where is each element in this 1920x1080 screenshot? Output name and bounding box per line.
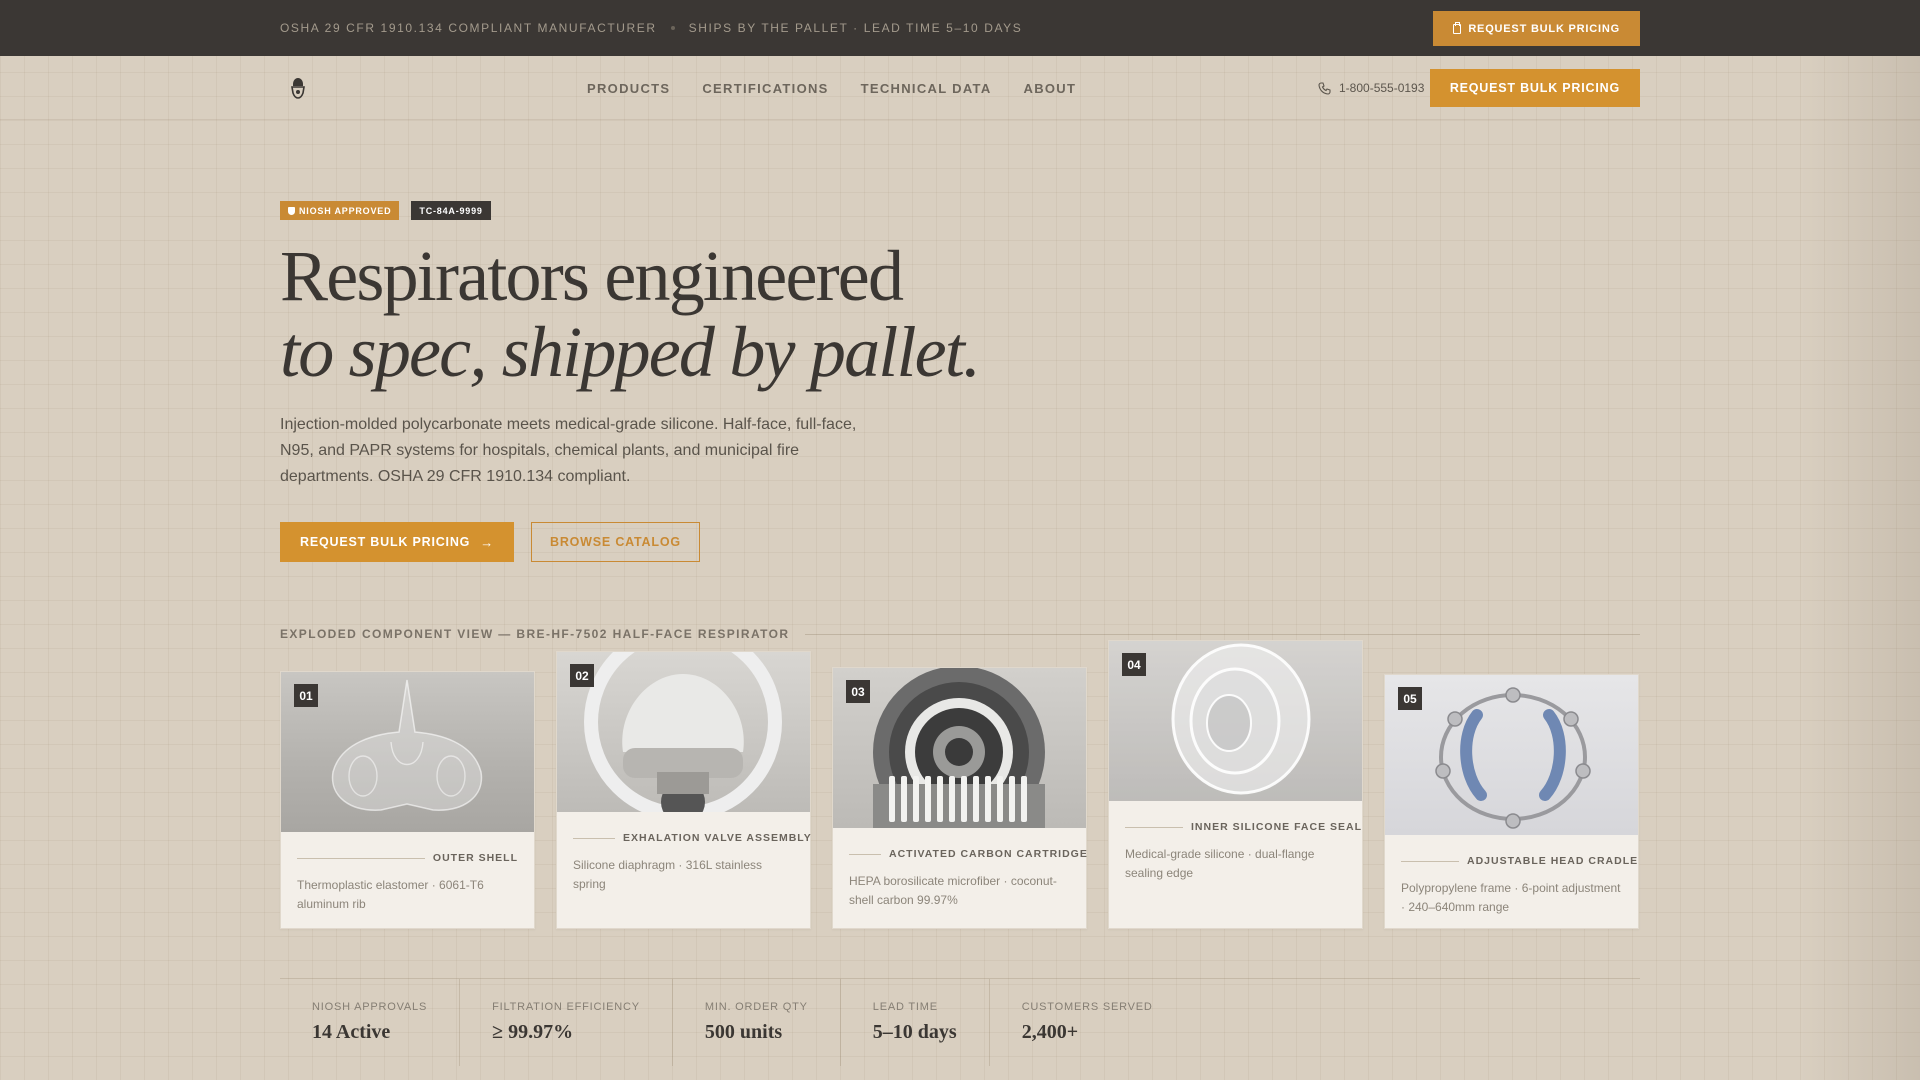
nav-request-pricing-button[interactable]: REQUEST BULK PRICING: [1429, 69, 1640, 107]
component-number: 02: [570, 664, 594, 687]
hero-actions: REQUEST BULK PRICING → BROWSE CATALOG: [280, 522, 700, 562]
compliance-notice: OSHA 29 CFR 1910.134 COMPLIANT MANUFACTU…: [280, 21, 657, 35]
nav-links: PRODUCTS CERTIFICATIONS TECHNICAL DATA A…: [587, 56, 1076, 120]
carbon-cartridge-image: 03: [833, 668, 1086, 828]
outer-shell-image: 01: [281, 672, 534, 832]
hero-primary-label: REQUEST BULK PRICING: [300, 535, 471, 549]
stat-customers-served: CUSTOMERS SERVED 2,400+: [990, 979, 1185, 1066]
component-description: Medical-grade silicone · dual-flange sea…: [1125, 847, 1315, 880]
label-rule: [573, 837, 615, 839]
component-name: EXHALATION VALVE ASSEMBLY: [623, 832, 812, 844]
shipping-notice: SHIPS BY THE PALLET · LEAD TIME 5–10 DAY…: [688, 21, 1023, 35]
phone-number: 1-800-555-0193: [1339, 81, 1425, 95]
nav-link-about[interactable]: ABOUT: [1024, 81, 1077, 96]
topbar-request-pricing-button[interactable]: REQUEST BULK PRICING: [1433, 11, 1640, 46]
browse-catalog-button[interactable]: BROWSE CATALOG: [531, 522, 700, 562]
face-seal-image: 04: [1109, 641, 1362, 801]
component-label-row: OUTER SHELL: [297, 852, 518, 864]
stat-lead-time: LEAD TIME 5–10 days: [841, 979, 990, 1066]
clipboard-icon: [1453, 21, 1462, 34]
hero-description: Injection-molded polycarbonate meets med…: [280, 416, 857, 485]
component-view-heading: EXPLODED COMPONENT VIEW — BRE-HF-7502 HA…: [280, 627, 1640, 641]
stat-value: 2,400+: [1021, 1021, 1079, 1043]
nav-link-products[interactable]: PRODUCTS: [587, 81, 670, 96]
stats-strip: NIOSH APPROVALS 14 Active FILTRATION EFF…: [280, 978, 1640, 1066]
component-number: 05: [1398, 687, 1422, 710]
component-view-title: EXPLODED COMPONENT VIEW — BRE-HF-7502 HA…: [280, 627, 790, 641]
component-number: 04: [1122, 653, 1146, 676]
page-edge-shade: [1800, 56, 1920, 1080]
niosh-badge-label: NIOSH APPROVED: [299, 205, 392, 216]
separator-dot: [670, 26, 675, 30]
headline-line-1: Respirators engineered: [280, 236, 904, 316]
hero-request-pricing-button[interactable]: REQUEST BULK PRICING →: [280, 522, 514, 562]
component-card-exhalation-valve[interactable]: 02 EXHALATION VALVE ASSEMBLY Silicone di…: [556, 651, 811, 929]
arrow-right-icon: →: [480, 534, 494, 550]
main-nav: PRODUCTS CERTIFICATIONS TECHNICAL DATA A…: [0, 56, 1920, 120]
headline-line-2: to spec, shipped by pallet.: [280, 312, 981, 392]
outer-shell-illustration: [331, 679, 483, 811]
carbon-cartridge-illustration: [873, 668, 1045, 828]
stat-value: 5–10 days: [872, 1021, 957, 1043]
stat-label: NIOSH APPROVALS: [312, 1001, 428, 1013]
phone-icon: [1318, 81, 1331, 95]
hero-headline: Respirators engineered to spec, shipped …: [280, 236, 981, 392]
exhalation-valve-illustration: [584, 652, 782, 812]
component-name: OUTER SHELL: [432, 852, 518, 864]
respirator-logo-icon[interactable]: [288, 76, 308, 100]
label-rule: [1125, 826, 1183, 828]
component-name: INNER SILICONE FACE SEAL: [1191, 821, 1363, 833]
stat-value: 500 units: [704, 1021, 783, 1043]
topbar-cta-label: REQUEST BULK PRICING: [1468, 22, 1620, 35]
announcement-notices: OSHA 29 CFR 1910.134 COMPLIANT MANUFACTU…: [280, 0, 1022, 56]
nav-link-technical-data[interactable]: TECHNICAL DATA: [861, 81, 992, 96]
component-label-row: ADJUSTABLE HEAD CRADLE: [1401, 855, 1637, 867]
niosh-approved-badge: NIOSH APPROVED: [280, 201, 400, 220]
label-rule: [849, 853, 881, 855]
component-number: 01: [294, 684, 318, 707]
exhalation-valve-image: 02: [557, 652, 810, 812]
component-label-row: ACTIVATED CARBON CARTRIDGE: [849, 848, 1087, 860]
stat-niosh-approvals: NIOSH APPROVALS 14 Active: [280, 979, 461, 1066]
component-card-outer-shell[interactable]: 01 OUTER SHELL Thermoplastic elastomer ·…: [280, 671, 535, 929]
label-rule: [1401, 860, 1459, 862]
face-seal-illustration: [1109, 641, 1362, 801]
component-name: ADJUSTABLE HEAD CRADLE: [1467, 855, 1639, 867]
component-description: Thermoplastic elastomer · 6061-T6 alumin…: [297, 878, 484, 911]
shield-icon: [288, 206, 295, 215]
stat-value: 14 Active: [312, 1021, 391, 1043]
section-divider: [805, 633, 1640, 635]
phone-link[interactable]: 1-800-555-0193: [1318, 56, 1424, 120]
stat-label: FILTRATION EFFICIENCY: [492, 1001, 640, 1013]
component-description: HEPA borosilicate microfiber · coconut-s…: [849, 874, 1057, 907]
stat-label: LEAD TIME: [872, 1001, 938, 1013]
head-cradle-image: 05: [1385, 675, 1638, 835]
component-label-row: INNER SILICONE FACE SEAL: [1125, 821, 1361, 833]
nav-link-certifications[interactable]: CERTIFICATIONS: [702, 81, 828, 96]
stat-value: ≥ 99.97%: [492, 1021, 574, 1043]
component-number: 03: [846, 680, 870, 703]
label-rule: [297, 857, 425, 859]
head-cradle-illustration: [1435, 687, 1591, 829]
stat-label: CUSTOMERS SERVED: [1021, 1001, 1153, 1013]
component-card-carbon-cartridge[interactable]: 03 ACTIVATED CARBON CARTRIDGE HEPA boros…: [832, 667, 1087, 929]
component-card-face-seal[interactable]: 04 INNER SILICONE FACE SEAL Medical-grad…: [1108, 640, 1363, 929]
component-description: Polypropylene frame · 6-point adjustment…: [1401, 881, 1621, 914]
approval-number-badge: TC-84A-9999: [411, 201, 491, 220]
announcement-bar: OSHA 29 CFR 1910.134 COMPLIANT MANUFACTU…: [0, 0, 1920, 56]
component-description: Silicone diaphragm · 316L stainless spri…: [573, 858, 762, 891]
component-card-head-cradle[interactable]: 05 ADJUSTABLE HEAD CRADLE Polypropylene …: [1384, 674, 1639, 929]
certification-badges: NIOSH APPROVED TC-84A-9999: [280, 201, 491, 220]
stat-filtration-efficiency: FILTRATION EFFICIENCY ≥ 99.97%: [460, 979, 673, 1066]
stat-label: MIN. ORDER QTY: [704, 1001, 808, 1013]
component-name: ACTIVATED CARBON CARTRIDGE: [889, 848, 1088, 860]
stat-min-order-qty: MIN. ORDER QTY 500 units: [673, 979, 841, 1066]
component-label-row: EXHALATION VALVE ASSEMBLY: [573, 832, 811, 844]
